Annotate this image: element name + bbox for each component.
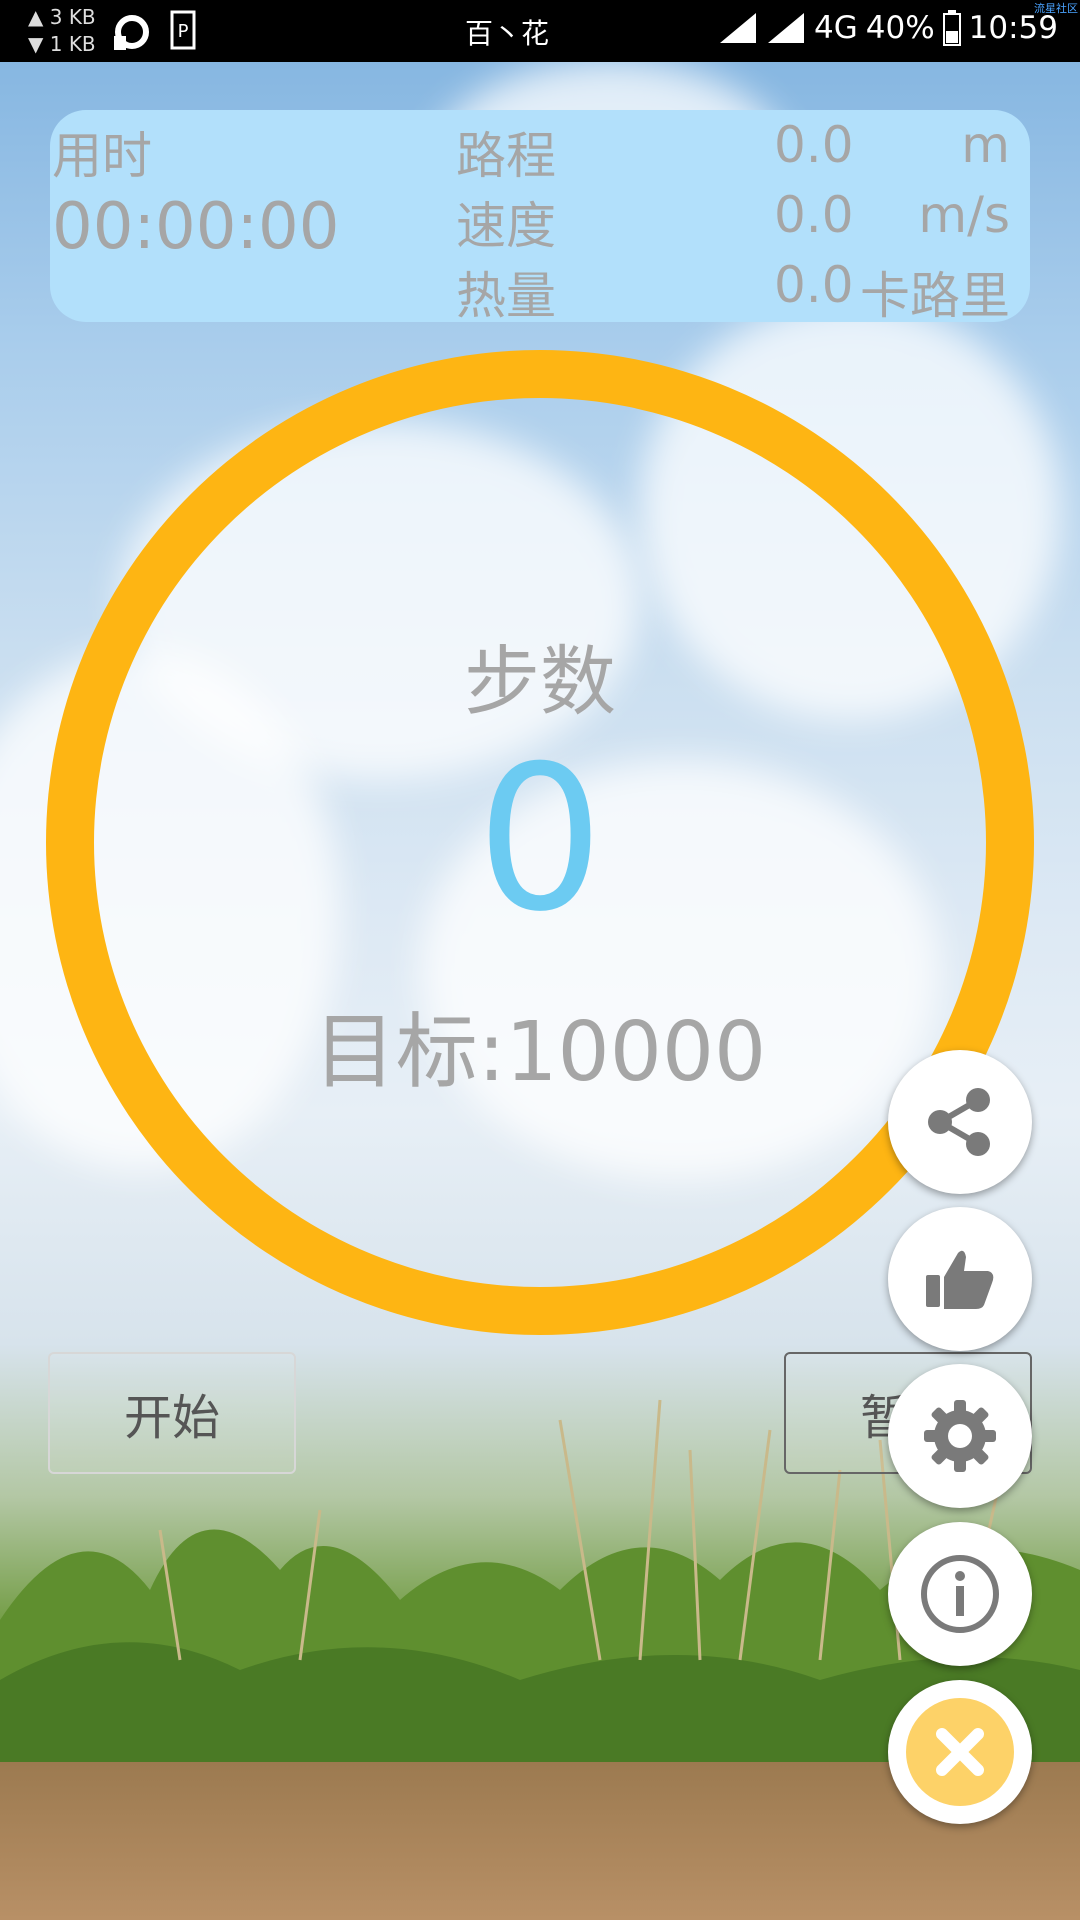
carrier-name: 百丶花 bbox=[465, 17, 550, 50]
calorie-label: 热量 bbox=[456, 267, 556, 325]
gear-icon bbox=[924, 1400, 996, 1472]
info-icon bbox=[921, 1555, 999, 1633]
close-menu-button[interactable] bbox=[888, 1680, 1032, 1824]
sync-icon bbox=[114, 15, 149, 50]
distance-value: 0.0 bbox=[774, 116, 854, 174]
status-bar: ▲ 3 KB ▼ 1 KB P 百丶花 4G 40% 10:59 流星社区 bbox=[0, 0, 1080, 62]
network-type: 4G bbox=[814, 10, 858, 46]
distance-label: 路程 bbox=[456, 127, 556, 185]
start-button[interactable]: 开始 bbox=[48, 1352, 296, 1474]
time-label: 用时 bbox=[52, 127, 152, 185]
distance-unit: m bbox=[961, 116, 1010, 174]
settings-button[interactable] bbox=[888, 1364, 1032, 1508]
info-button[interactable] bbox=[888, 1522, 1032, 1666]
network-speed: ▲ 3 KB ▼ 1 KB bbox=[28, 4, 96, 58]
speed-value: 0.0 bbox=[774, 186, 854, 244]
speed-label: 速度 bbox=[456, 197, 556, 255]
parking-icon: P bbox=[170, 10, 196, 50]
stats-panel: 用时 00:00:00 路程 速度 热量 0.0 0.0 0.0 m m/s 卡… bbox=[50, 110, 1030, 325]
share-icon bbox=[928, 1088, 990, 1156]
signal-icon bbox=[720, 13, 756, 43]
like-button[interactable] bbox=[888, 1207, 1032, 1351]
battery-percent: 40% bbox=[865, 10, 935, 46]
signal-icon bbox=[768, 13, 804, 43]
steps-value: 0 bbox=[476, 723, 604, 956]
corner-watermark: 流星社区 bbox=[1034, 2, 1078, 15]
upload-speed: ▲ 3 KB bbox=[28, 5, 96, 29]
speed-unit: m/s bbox=[918, 186, 1010, 244]
thumbs-up-icon bbox=[926, 1250, 994, 1309]
timer-value: 00:00:00 bbox=[52, 190, 340, 264]
steps-label: 步数 bbox=[464, 637, 616, 726]
download-speed: ▼ 1 KB bbox=[28, 32, 96, 56]
battery-icon bbox=[942, 10, 961, 46]
close-icon bbox=[906, 1698, 1014, 1806]
share-button[interactable] bbox=[888, 1050, 1032, 1194]
pedometer-screen: ▲ 3 KB ▼ 1 KB P 百丶花 4G 40% 10:59 流星社区 用时… bbox=[0, 0, 1080, 1920]
calorie-value: 0.0 bbox=[774, 256, 854, 314]
calorie-unit: 卡路里 bbox=[860, 267, 1010, 325]
svg-text:P: P bbox=[178, 21, 189, 42]
